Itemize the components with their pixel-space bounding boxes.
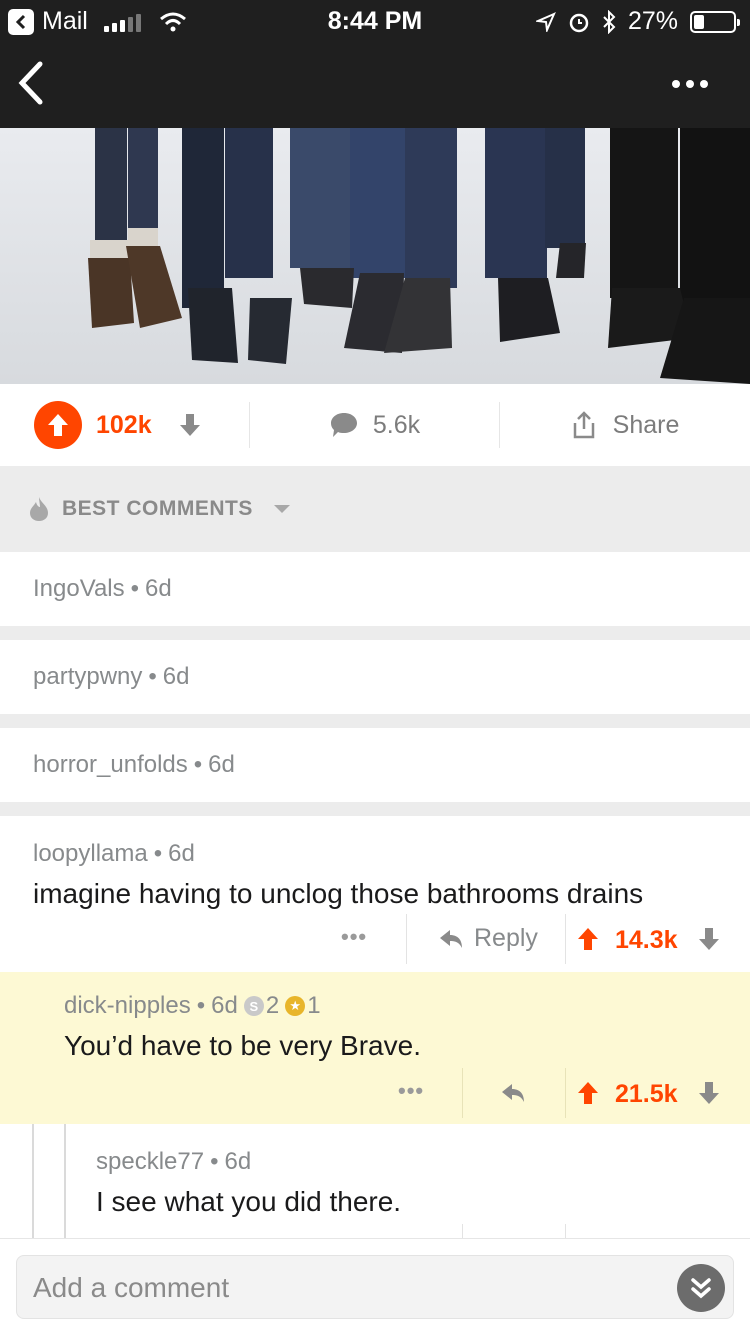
comment-body: imagine having to unclog those bathrooms…: [33, 878, 644, 909]
status-bar: Mail 8:44 PM 27%: [0, 0, 750, 40]
comment-score: 21.5k: [615, 1080, 678, 1108]
comment-actions: ••• 21.5k: [0, 1068, 750, 1118]
downvote-button[interactable]: [178, 412, 202, 438]
thread-line[interactable]: [32, 1124, 34, 1238]
comment-age: 6d: [168, 840, 195, 867]
vote-group: 102k: [0, 401, 250, 449]
arrow-up-icon: [48, 414, 68, 436]
gold-award-icon: ★: [285, 996, 306, 1016]
comment-composer: Add a comment: [0, 1238, 750, 1334]
separator: [0, 802, 750, 816]
comment: loopyllama • 6d imagine having to unclog t…: [0, 816, 750, 972]
jump-to-next-button[interactable]: [677, 1264, 725, 1312]
comment-body: You’d have to be very Brave.: [64, 1030, 421, 1061]
comment-age: 6d: [162, 663, 190, 690]
silver-award: S 2: [243, 992, 279, 1020]
reply-button[interactable]: [500, 1082, 526, 1104]
comment-age: 6d: [145, 575, 172, 602]
nav-bar: [0, 40, 750, 128]
more-options-button[interactable]: •••: [341, 924, 367, 950]
bluetooth-icon: [603, 9, 616, 34]
comment-author[interactable]: partypwny: [33, 663, 142, 691]
collapsed-comment[interactable]: IngoVals • 6d: [0, 552, 750, 626]
comment-author[interactable]: loopyllama: [33, 840, 148, 868]
comment-input[interactable]: Add a comment: [16, 1255, 734, 1319]
post-score: 102k: [96, 410, 152, 439]
share-icon: [573, 411, 594, 439]
upvote-button[interactable]: [34, 401, 82, 449]
downvote-button[interactable]: [697, 1080, 721, 1106]
caret-down-icon: [273, 505, 290, 513]
location-icon: [535, 11, 556, 32]
thread-line[interactable]: [64, 1124, 66, 1238]
comment-age: 6d: [224, 1148, 252, 1175]
share-label: Share: [612, 410, 680, 439]
ellipsis-icon[interactable]: [670, 72, 710, 96]
battery-percent: 27%: [627, 7, 678, 35]
alarm-icon: [569, 13, 589, 32]
comment-score: 14.3k: [615, 926, 678, 954]
share-button[interactable]: Share: [500, 411, 750, 440]
comment: speckle77 • 6d I see what you did there.: [0, 1124, 750, 1238]
comment-author[interactable]: IngoVals: [33, 575, 125, 603]
comment-age: 6d: [208, 751, 235, 778]
upvote-button[interactable]: [576, 926, 600, 952]
comment-actions: ••• Reply 14.3k: [0, 914, 750, 964]
comment-author[interactable]: horror_unfolds: [33, 751, 188, 779]
comment-author[interactable]: speckle77: [96, 1148, 204, 1176]
sort-label: BEST COMMENTS: [62, 497, 253, 520]
comment-age: 6d: [211, 992, 238, 1019]
comment-bubble-icon: [330, 413, 357, 437]
comment: dick-nipples • 6d S 2 ★ 1 You’d have to b…: [0, 972, 750, 1124]
comment-input-placeholder: Add a comment: [33, 1272, 230, 1303]
more-options-button[interactable]: •••: [398, 1078, 424, 1104]
silver-award-icon: S: [243, 996, 264, 1016]
comment-sort-bar[interactable]: BEST COMMENTS: [0, 466, 750, 552]
post-image[interactable]: [0, 128, 750, 384]
flame-icon: [30, 497, 48, 521]
comments-button[interactable]: 5.6k: [250, 402, 500, 448]
gold-award: ★ 1: [285, 992, 321, 1020]
chevron-left-icon[interactable]: [14, 60, 48, 106]
reply-arrow-icon: [440, 929, 462, 948]
collapsed-comment[interactable]: partypwny • 6d: [0, 640, 750, 714]
comment-body: I see what you did there.: [96, 1186, 402, 1217]
separator: [0, 626, 750, 640]
post-action-bar: 102k 5.6k Share: [0, 384, 750, 466]
comment-author[interactable]: dick-nipples: [64, 992, 191, 1020]
reply-button[interactable]: Reply: [438, 924, 538, 953]
battery-icon: [690, 10, 740, 33]
downvote-button[interactable]: [697, 926, 721, 952]
separator: [0, 714, 750, 728]
upvote-button[interactable]: [576, 1080, 600, 1106]
comment-count: 5.6k: [372, 410, 421, 439]
double-chevron-down-icon: [691, 1278, 711, 1299]
collapsed-comment[interactable]: horror_unfolds • 6d: [0, 728, 750, 802]
